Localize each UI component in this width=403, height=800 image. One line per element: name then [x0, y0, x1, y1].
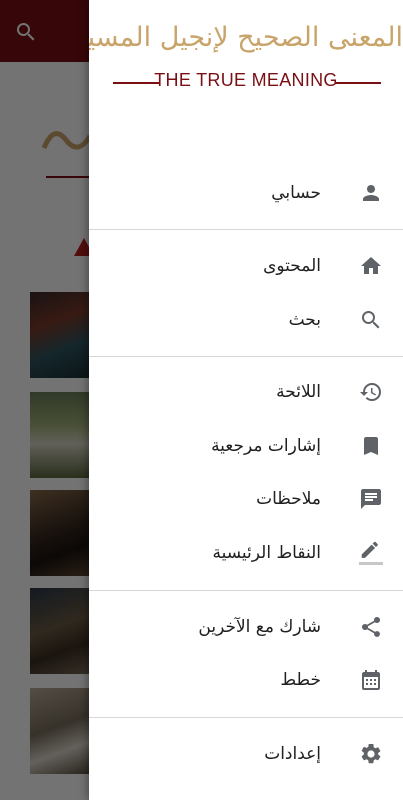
navigation-drawer: المعنى الصحيح لإنجيل المسيح THE TRUE MEA…: [89, 0, 403, 800]
menu-item-search[interactable]: بحث: [89, 292, 403, 348]
menu-item-label: ملاحظات: [256, 489, 321, 509]
drawer-header: المعنى الصحيح لإنجيل المسيح THE TRUE MEA…: [89, 0, 403, 150]
bookmark-icon: [364, 437, 378, 455]
menu-item-content[interactable]: المحتوى: [89, 238, 403, 294]
menu-item-notes[interactable]: ملاحظات: [89, 471, 403, 527]
menu-item-settings[interactable]: إعدادات: [89, 726, 403, 782]
logo-english: THE TRUE MEANING: [154, 70, 338, 90]
menu-divider: [89, 717, 403, 718]
home-icon: [361, 257, 381, 274]
logo-arabic: المعنى الصحيح لإنجيل المسيح: [89, 22, 403, 53]
menu-item-highlights[interactable]: النقاط الرئيسية: [89, 525, 403, 581]
menu-item-share[interactable]: شارك مع الآخرين: [89, 599, 403, 655]
history-icon: [360, 383, 381, 401]
share-icon: [361, 616, 381, 637]
menu-item-label: حسابي: [271, 183, 321, 203]
chat-icon: [361, 489, 381, 509]
menu-item-label: إعدادات: [264, 744, 321, 764]
menu-item-bookmarks[interactable]: إشارات مرجعية: [89, 418, 403, 474]
gear-icon: [361, 743, 381, 764]
menu-divider: [89, 590, 403, 591]
pencil-icon: [359, 541, 383, 565]
menu-item-label: النقاط الرئيسية: [212, 543, 322, 563]
menu-item-partial[interactable]: [89, 782, 403, 800]
calendar-icon: [362, 670, 380, 690]
menu-item-label: بحث: [288, 310, 321, 330]
menu-divider: [89, 229, 403, 230]
menu-item-label: خطط: [280, 670, 321, 690]
menu-item-history[interactable]: اللائحة: [89, 364, 403, 420]
menu-item-plans[interactable]: خطط: [89, 652, 403, 708]
logo-rule: [335, 82, 381, 84]
menu-item-label: شارك مع الآخرين: [198, 617, 321, 637]
menu-item-label: اللائحة: [276, 382, 321, 402]
menu-item-label: إشارات مرجعية: [211, 436, 321, 456]
menu-item-account[interactable]: حسابي: [89, 165, 403, 221]
menu-divider: [89, 356, 403, 357]
menu-item-label: المحتوى: [263, 256, 321, 276]
person-icon: [363, 185, 379, 201]
search-icon: [362, 311, 380, 329]
